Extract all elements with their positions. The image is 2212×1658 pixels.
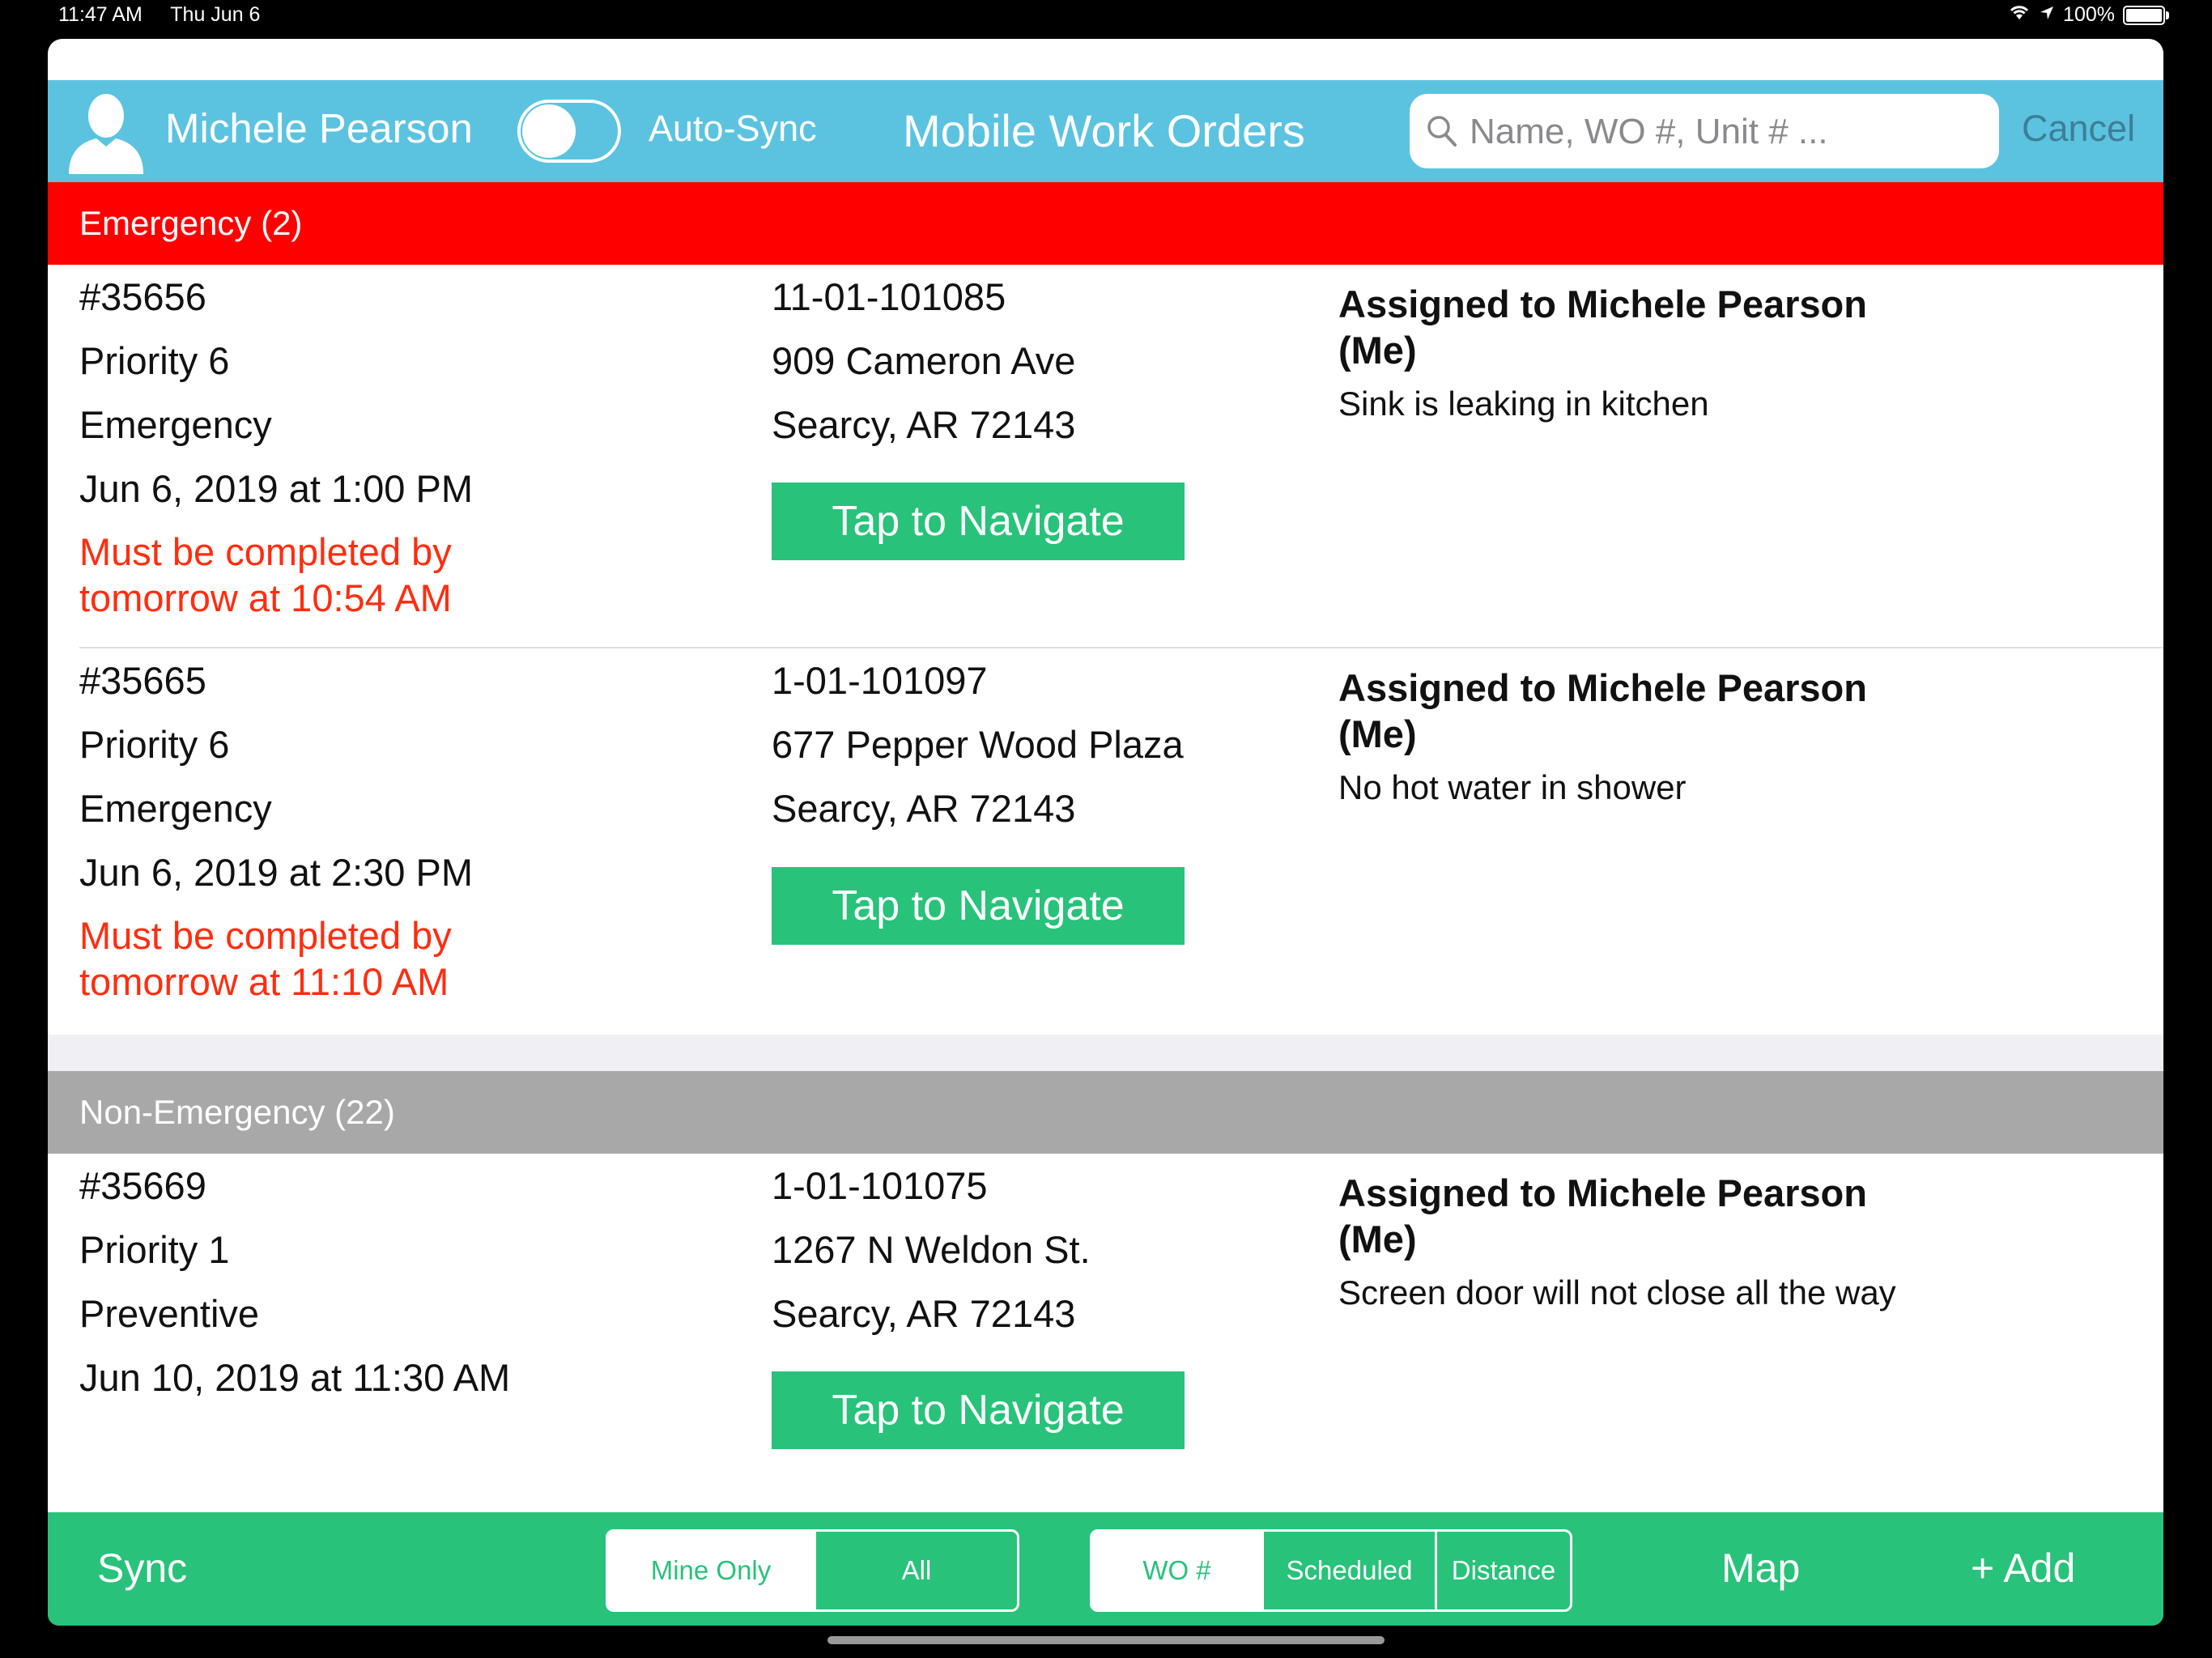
wo-number: #35669 (79, 1164, 206, 1207)
battery-icon (2123, 5, 2169, 25)
wo-scheduled-date: Jun 6, 2019 at 2:30 PM (79, 851, 473, 894)
status-date: Thu Jun 6 (170, 3, 261, 26)
user-name[interactable]: Michele Pearson (165, 104, 473, 152)
filter-all[interactable]: All (814, 1532, 1017, 1609)
sort-distance[interactable]: Distance (1435, 1532, 1570, 1609)
wo-deadline-warning: Must be completed by tomorrow at 10:54 A… (79, 530, 452, 619)
wo-type: Preventive (79, 1292, 260, 1335)
wo-description: No hot water in shower (1338, 768, 1687, 806)
status-bar: 11:47 AM Thu Jun 6 100% (0, 0, 2212, 39)
tap-to-navigate-button[interactable]: Tap to Navigate (772, 1371, 1185, 1449)
section-header-non-emergency: Non-Emergency (22) (48, 1071, 2163, 1154)
app-window: Michele Pearson Auto-Sync Mobile Work Or… (48, 39, 2163, 1626)
wo-street: 1267 N Weldon St. (772, 1228, 1091, 1271)
wo-assigned: Assigned to Michele Pearson (Me) (1338, 1171, 1867, 1261)
wo-unit: 1-01-101097 (772, 659, 988, 702)
sort-wo-number[interactable]: WO # (1092, 1532, 1261, 1609)
wo-scheduled-date: Jun 10, 2019 at 11:30 AM (79, 1356, 511, 1399)
wo-type: Emergency (79, 403, 272, 446)
wo-deadline-warning: Must be completed by tomorrow at 11:10 A… (79, 914, 452, 1003)
work-order-row[interactable]: #35665 Priority 6 Emergency Jun 6, 2019 … (48, 648, 2163, 1035)
add-button[interactable]: + Add (1971, 1545, 2075, 1592)
filter-mine-only[interactable]: Mine Only (608, 1532, 814, 1609)
search-input[interactable] (1468, 104, 1981, 160)
wo-priority: Priority 6 (79, 339, 230, 382)
wo-city: Searcy, AR 72143 (772, 403, 1076, 446)
section-spacer (48, 1035, 2163, 1071)
home-indicator[interactable] (827, 1636, 1385, 1644)
cancel-button[interactable]: Cancel (2022, 108, 2135, 150)
toggle-knob (522, 104, 576, 158)
section-header-emergency: Emergency (2) (48, 182, 2163, 265)
wo-priority: Priority 6 (79, 723, 230, 766)
auto-sync-toggle[interactable] (517, 100, 621, 163)
user-avatar-icon[interactable] (64, 91, 148, 174)
ownership-filter-segmented-control: Mine Only All (606, 1529, 1019, 1612)
wo-city: Searcy, AR 72143 (772, 1292, 1076, 1335)
bottom-toolbar: Sync Mine Only All WO # Scheduled Distan… (48, 1512, 2163, 1626)
wo-assigned: Assigned to Michele Pearson (Me) (1338, 666, 1867, 755)
wo-unit: 11-01-101085 (772, 275, 1006, 318)
battery-fill (2126, 8, 2162, 22)
work-order-row[interactable]: #35656 Priority 6 Emergency Jun 6, 2019 … (48, 265, 2163, 648)
map-button[interactable]: Map (1721, 1545, 1800, 1592)
wo-description: Sink is leaking in kitchen (1338, 385, 1709, 423)
page-title: Mobile Work Orders (903, 105, 1305, 156)
tap-to-navigate-button[interactable]: Tap to Navigate (772, 867, 1185, 945)
status-time: 11:47 AM (58, 3, 143, 26)
wifi-icon (2008, 3, 2031, 27)
wo-street: 909 Cameron Ave (772, 339, 1076, 382)
wo-type: Emergency (79, 787, 272, 830)
location-arrow-icon (2039, 3, 2055, 27)
battery-percent: 100% (2063, 3, 2115, 26)
wo-description: Screen door will not close all the way (1338, 1273, 1896, 1312)
nav-bar: Michele Pearson Auto-Sync Mobile Work Or… (48, 80, 2163, 182)
wo-unit: 1-01-101075 (772, 1164, 988, 1207)
sync-button[interactable]: Sync (97, 1545, 187, 1592)
sort-scheduled[interactable]: Scheduled (1261, 1532, 1435, 1609)
tap-to-navigate-button[interactable]: Tap to Navigate (772, 483, 1185, 560)
wo-assigned: Assigned to Michele Pearson (Me) (1338, 283, 1867, 372)
auto-sync-label: Auto-Sync (649, 108, 817, 149)
wo-scheduled-date: Jun 6, 2019 at 1:00 PM (79, 467, 473, 510)
work-order-row[interactable]: #35669 Priority 1 Preventive Jun 10, 201… (48, 1154, 2163, 1512)
wo-number: #35656 (79, 275, 206, 318)
wo-street: 677 Pepper Wood Plaza (772, 723, 1184, 766)
search-icon (1427, 116, 1457, 147)
wo-city: Searcy, AR 72143 (772, 787, 1076, 830)
wo-number: #35665 (79, 659, 206, 702)
wo-priority: Priority 1 (79, 1228, 230, 1271)
sort-segmented-control: WO # Scheduled Distance (1090, 1529, 1572, 1612)
search-box[interactable] (1410, 94, 1999, 168)
